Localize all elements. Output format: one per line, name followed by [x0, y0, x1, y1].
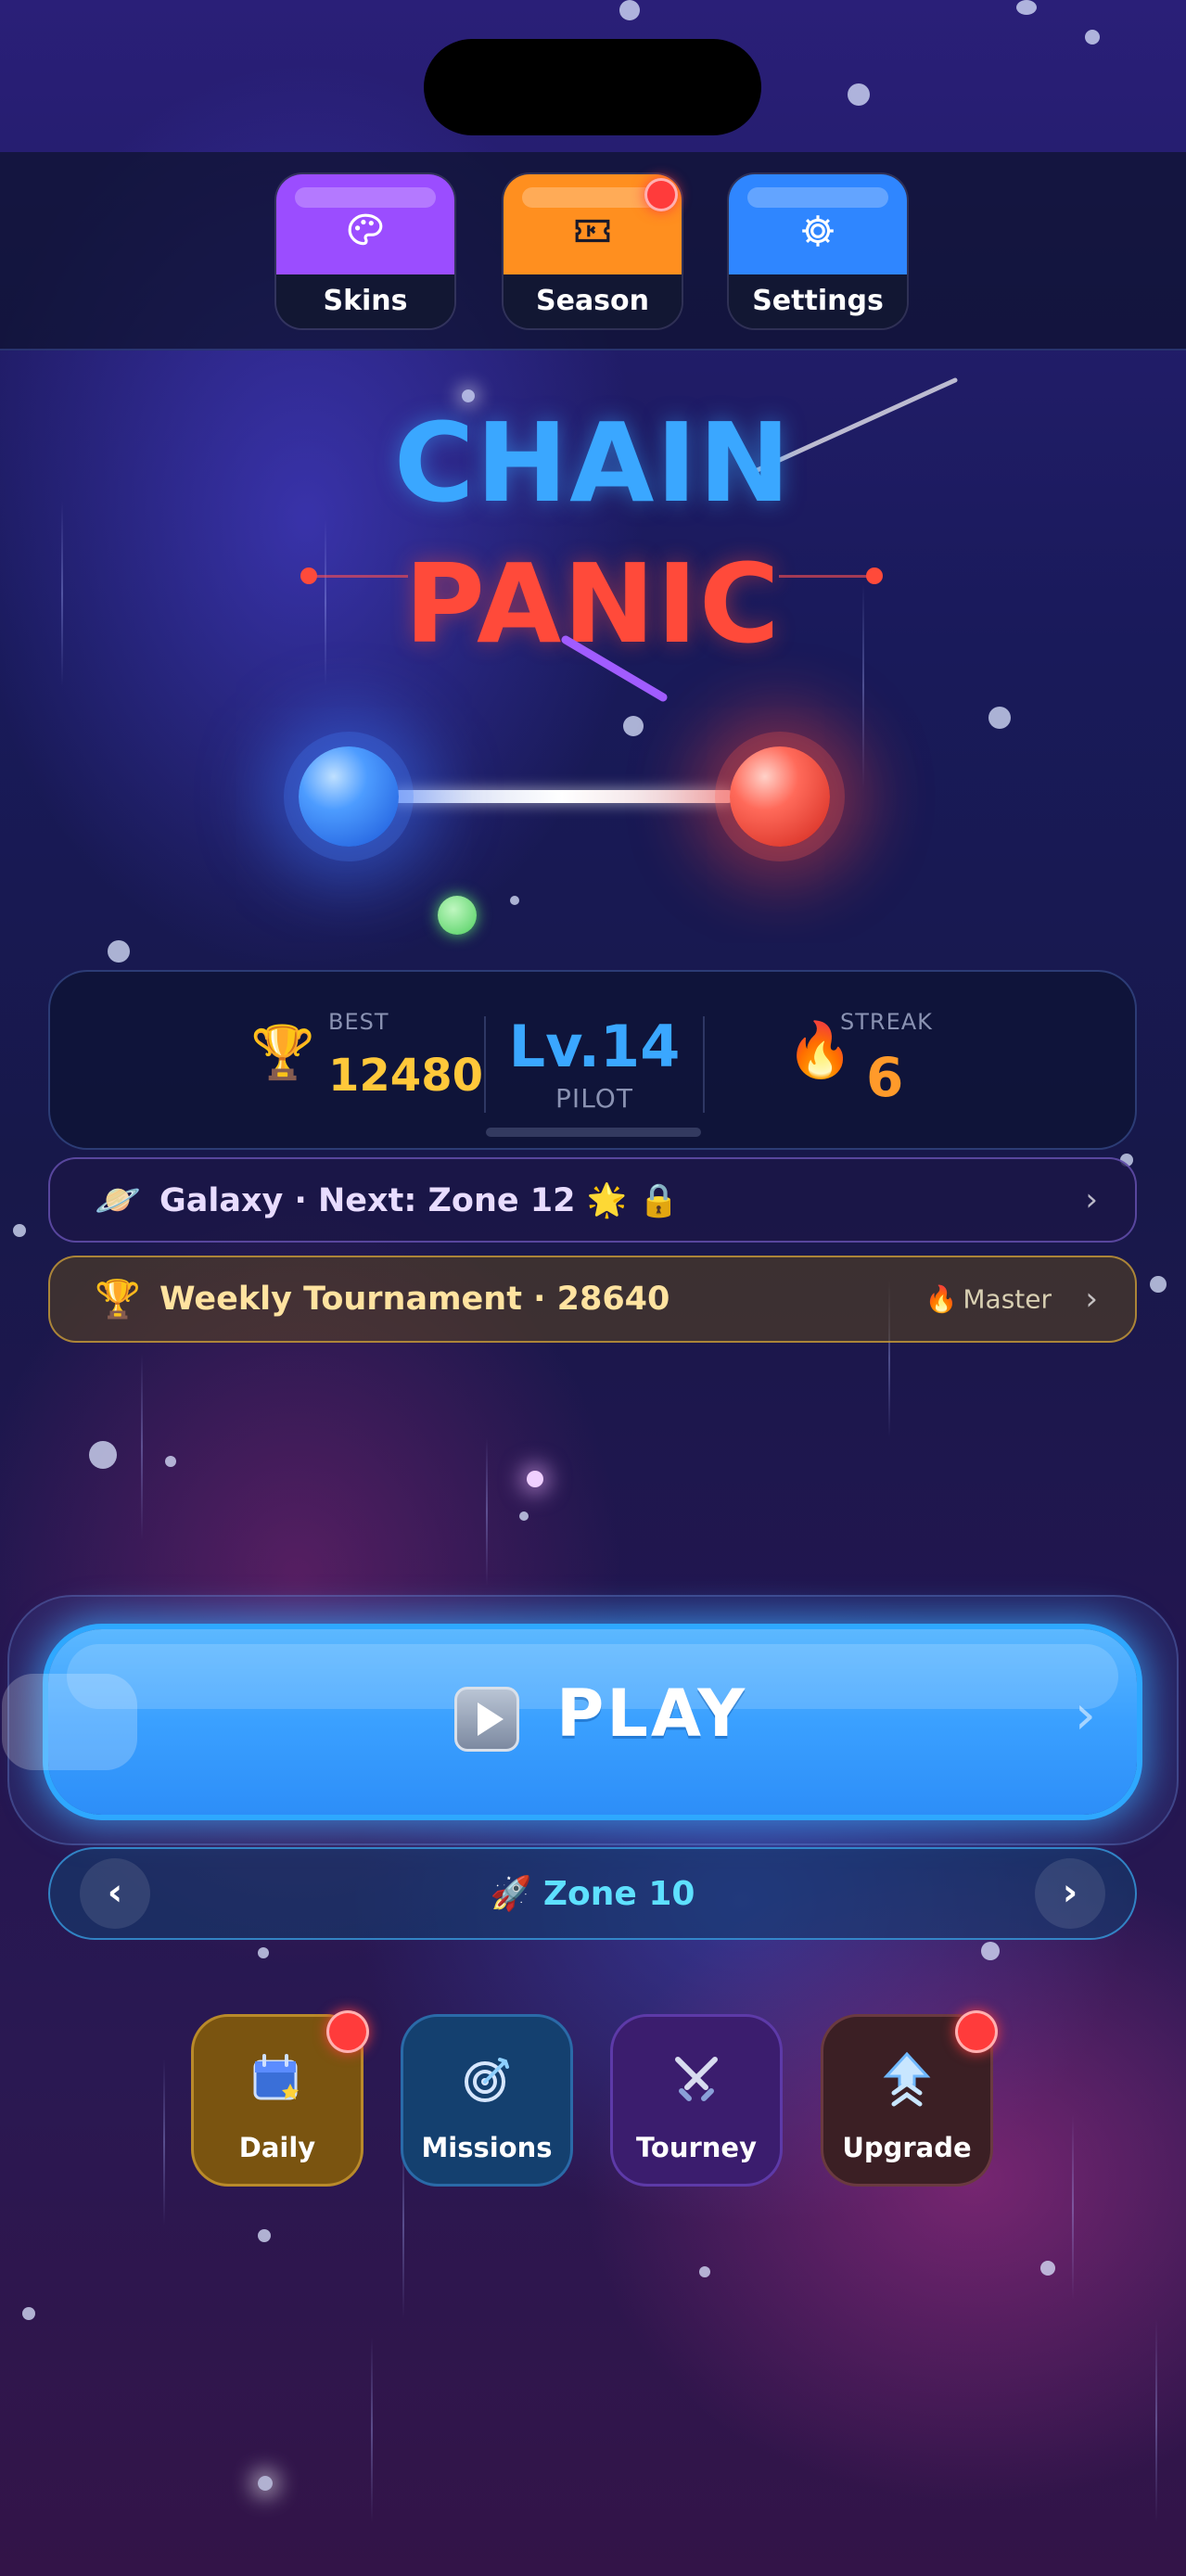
- target-icon: [465, 2058, 509, 2102]
- red-orb: [730, 746, 830, 847]
- trophy-icon: 🏆: [95, 1278, 141, 1321]
- daily-notification-dot: [326, 2010, 369, 2053]
- tourney-label: Tourney: [635, 2132, 758, 2163]
- calendar-icon: [253, 2054, 299, 2100]
- chevron-right-icon: ›: [1085, 1281, 1098, 1318]
- zone-next-button[interactable]: ›: [1035, 1858, 1105, 1929]
- tourney-button[interactable]: Tourney: [610, 2014, 783, 2187]
- upgrade-label: Upgrade: [842, 2132, 972, 2163]
- settings-label: Settings: [729, 274, 907, 328]
- zone-selector: ‹ 🚀 Zone 10 ›: [48, 1847, 1137, 1940]
- upgrade-arrow-icon: [883, 2051, 931, 2107]
- missions-label: Missions: [421, 2132, 553, 2163]
- top-bar: Skins Season Settings: [0, 152, 1186, 351]
- play-label: PLAY: [556, 1676, 748, 1752]
- missions-button[interactable]: Missions: [401, 2014, 573, 2187]
- trophy-icon: 🏆: [250, 1023, 315, 1083]
- planet-icon: 🪐: [95, 1179, 141, 1222]
- chain-link: [389, 790, 734, 803]
- panel-handle: [486, 1128, 701, 1137]
- streak-value: 6: [866, 1046, 904, 1109]
- play-button[interactable]: PLAY ›: [2, 1629, 1137, 1815]
- best-score-value: 12480: [328, 1050, 483, 1102]
- tier-label: Master: [963, 1283, 1052, 1315]
- chevron-right-icon: ›: [1074, 1683, 1096, 1746]
- season-label: Season: [504, 274, 682, 328]
- galaxy-progress-text: Galaxy · Next: Zone 12 🌟 🔒: [159, 1181, 680, 1219]
- palette-icon: [348, 213, 383, 246]
- ticket-icon: [575, 219, 610, 243]
- title-line-1: CHAIN: [393, 399, 793, 527]
- weekly-tournament-bar[interactable]: 🏆 Weekly Tournament · 28640 🔥 Master ›: [48, 1256, 1137, 1343]
- zone-label: 🚀 Zone 10: [490, 1875, 695, 1913]
- streak-label: STREAK: [840, 1009, 933, 1035]
- play-icon: [454, 1687, 519, 1752]
- best-label: BEST: [328, 1009, 389, 1035]
- fire-icon: 🔥: [925, 1283, 958, 1315]
- play-button-highlight: [2, 1674, 137, 1770]
- season-notification-dot: [644, 178, 678, 211]
- chevron-right-icon: ›: [1085, 1181, 1098, 1218]
- player-rank: PILOT: [555, 1083, 633, 1114]
- green-orb-pickup: [438, 896, 477, 935]
- settings-button[interactable]: Settings: [729, 174, 907, 328]
- crossed-swords-icon: [675, 2057, 718, 2101]
- gear-icon: [802, 215, 834, 247]
- dynamic-island: [424, 39, 761, 135]
- daily-label: Daily: [238, 2132, 316, 2163]
- stats-divider-right: [703, 1016, 705, 1113]
- purple-streak-decoration: [561, 635, 668, 702]
- upgrade-notification-dot: [955, 2010, 998, 2053]
- skins-button[interactable]: Skins: [276, 174, 454, 328]
- weekly-tournament-text: Weekly Tournament · 28640: [159, 1281, 670, 1318]
- stats-panel: 🏆 BEST 12480 Lv.14 PILOT 🔥 STREAK 6: [48, 970, 1137, 1150]
- tier-badge: 🔥 Master: [925, 1284, 1052, 1315]
- galaxy-progress-bar[interactable]: 🪐 Galaxy · Next: Zone 12 🌟 🔒 ›: [48, 1157, 1137, 1243]
- player-level: Lv.14: [508, 1013, 681, 1080]
- blue-orb: [299, 746, 399, 847]
- skins-label: Skins: [276, 274, 454, 328]
